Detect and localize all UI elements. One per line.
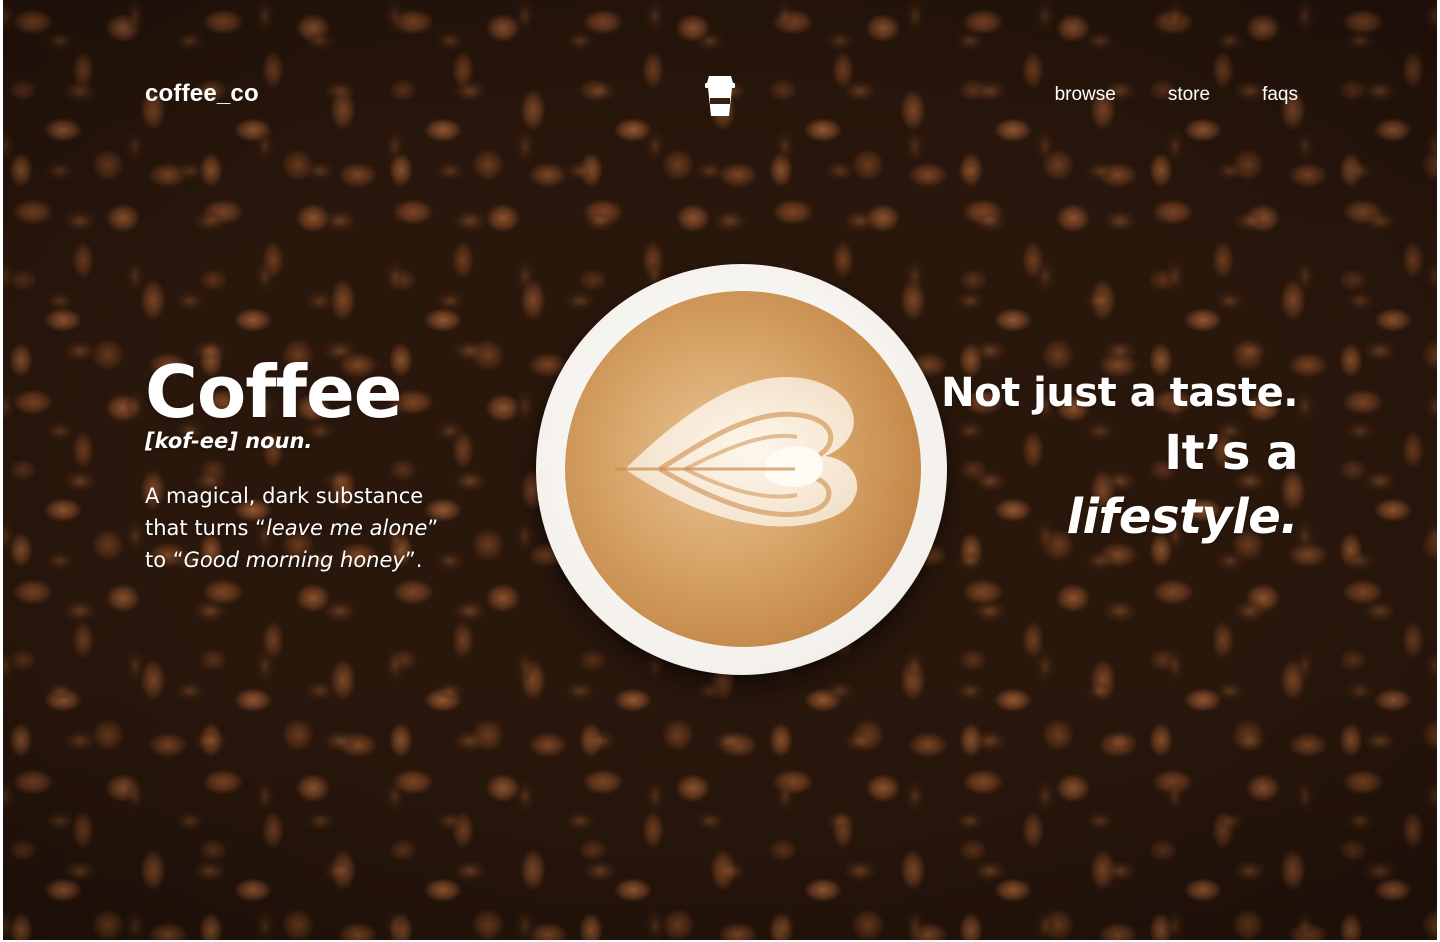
latte-foam bbox=[565, 291, 921, 647]
definition-line-3: to “Good morning honey”. bbox=[145, 544, 465, 576]
nav-faqs[interactable]: faqs bbox=[1262, 84, 1298, 106]
hero-word: Coffee bbox=[145, 350, 403, 434]
hero-page: coffee_co browse store faqs Coffee [kof-… bbox=[3, 0, 1437, 940]
definition-line-2-suffix: ” bbox=[427, 516, 439, 540]
definition-text: A magical, dark substance that turns “le… bbox=[145, 480, 465, 576]
definition-line-3-prefix: to “ bbox=[145, 548, 184, 572]
latte-art-icon bbox=[615, 377, 858, 527]
definition-line-3-suffix: ”. bbox=[404, 548, 423, 572]
tagline-line-1: Not just a taste. bbox=[941, 370, 1298, 416]
tagline-line-2: It’s a bbox=[1164, 425, 1298, 481]
pronunciation: [kof-ee] noun. bbox=[145, 429, 313, 453]
definition-line-2-prefix: that turns “ bbox=[145, 516, 266, 540]
main-nav: browse store faqs bbox=[1055, 84, 1298, 106]
definition-block: Coffee [kof-ee] noun. A magical, dark su… bbox=[145, 350, 465, 576]
definition-line-2-italic: leave me alone bbox=[265, 516, 428, 540]
definition-line-2: that turns “leave me alone” bbox=[145, 512, 465, 544]
nav-store[interactable]: store bbox=[1168, 84, 1210, 106]
coffee-cup-icon[interactable] bbox=[700, 72, 740, 118]
tagline-line-3: lifestyle. bbox=[1066, 489, 1299, 545]
tagline-block: Not just a taste. It’s a lifestyle. bbox=[941, 364, 1298, 550]
definition-line-3-italic: Good morning honey bbox=[183, 548, 405, 572]
definition-line-1: A magical, dark substance bbox=[145, 484, 424, 508]
site-logo[interactable]: coffee_co bbox=[145, 80, 259, 108]
nav-browse[interactable]: browse bbox=[1055, 84, 1116, 106]
latte-cup-image bbox=[536, 264, 947, 675]
